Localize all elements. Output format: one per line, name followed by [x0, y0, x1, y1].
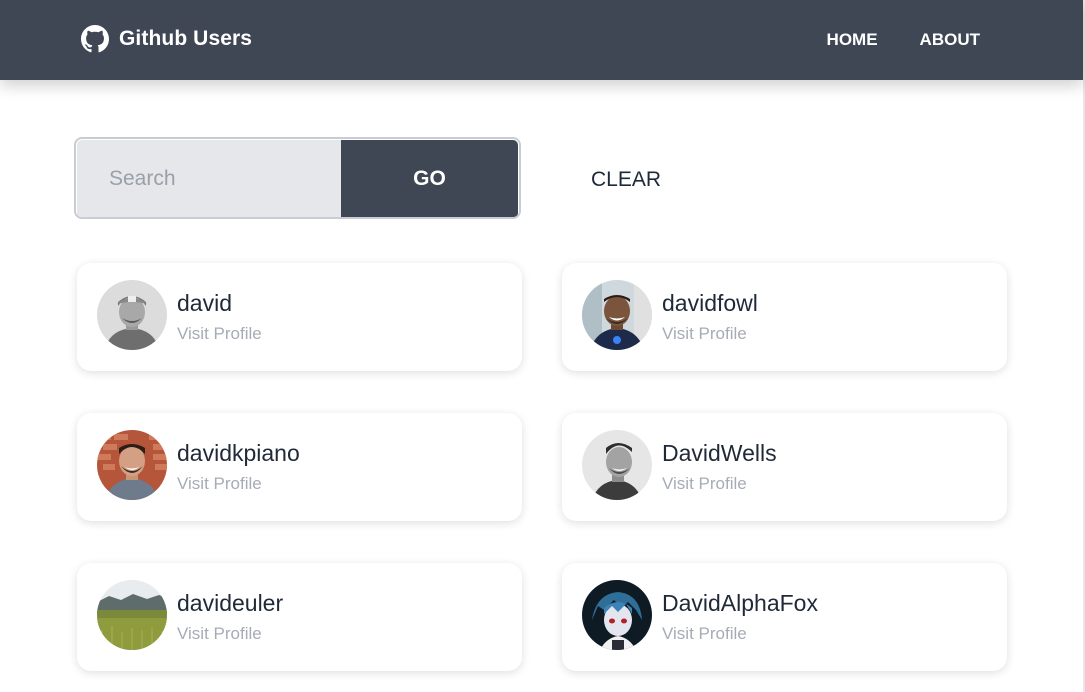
github-icon	[81, 25, 109, 53]
visit-profile-link[interactable]: Visit Profile	[177, 324, 262, 344]
avatar-landscape-field	[97, 580, 167, 650]
nav-about-link[interactable]: ABOUT	[920, 30, 980, 50]
visit-profile-link[interactable]: Visit Profile	[177, 474, 262, 494]
user-card[interactable]: david Visit Profile	[77, 263, 522, 371]
app-title: Github Users	[119, 27, 253, 50]
user-card[interactable]: davideuler Visit Profile	[77, 563, 522, 671]
brand-link[interactable]: Github Users	[81, 25, 252, 53]
username: DavidWells	[662, 440, 777, 466]
user-card[interactable]: davidkpiano Visit Profile	[77, 413, 522, 521]
nav-home-link[interactable]: HOME	[827, 30, 878, 50]
username: david	[177, 290, 232, 316]
clear-button[interactable]: CLEAR	[560, 158, 692, 202]
go-button[interactable]: GO	[341, 140, 518, 217]
avatar-man-brick-wall	[97, 430, 167, 500]
avatar-man-smiling-dark	[582, 280, 652, 350]
visit-profile-link[interactable]: Visit Profile	[662, 324, 747, 344]
user-card[interactable]: DavidWells Visit Profile	[562, 413, 1007, 521]
avatar-man-grayscale	[582, 430, 652, 500]
search-input[interactable]	[77, 140, 341, 217]
top-navbar: Github Users HOME ABOUT	[0, 0, 1083, 80]
username: DavidAlphaFox	[662, 590, 818, 616]
user-card[interactable]: davidfowl Visit Profile	[562, 263, 1007, 371]
username: davidkpiano	[177, 440, 300, 466]
username: davideuler	[177, 590, 284, 616]
visit-profile-link[interactable]: Visit Profile	[662, 474, 747, 494]
username: davidfowl	[662, 290, 758, 316]
user-card[interactable]: DavidAlphaFox Visit Profile	[562, 563, 1007, 671]
visit-profile-link[interactable]: Visit Profile	[177, 624, 262, 644]
avatar-man-gray-cap	[97, 280, 167, 350]
search-form: GO	[74, 137, 521, 219]
nav-links: HOME ABOUT	[827, 30, 980, 50]
visit-profile-link[interactable]: Visit Profile	[662, 624, 747, 644]
avatar-anime-character	[582, 580, 652, 650]
